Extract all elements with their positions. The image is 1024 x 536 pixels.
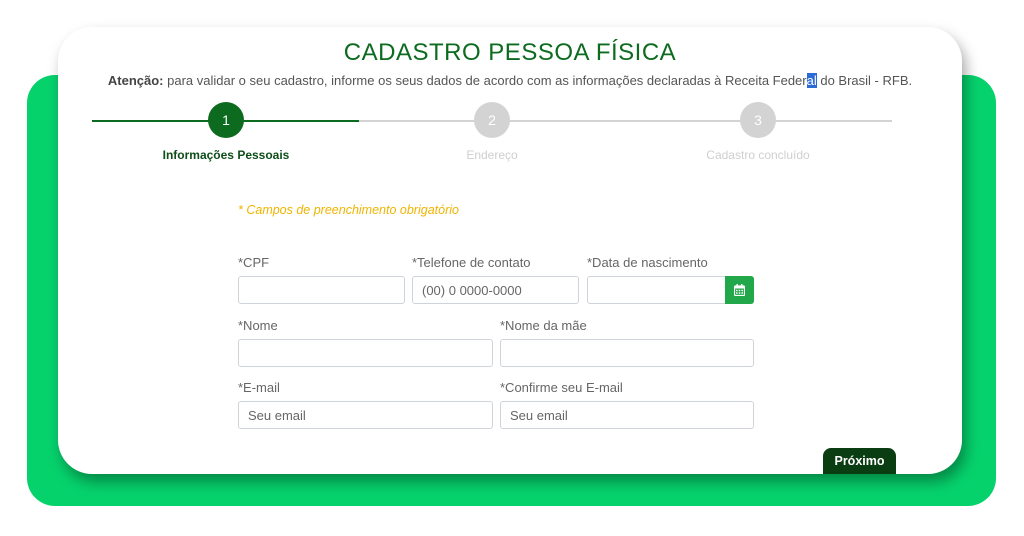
step-address: 2 Endereço (392, 102, 592, 162)
step-circle: 2 (474, 102, 510, 138)
mother-name-input[interactable] (500, 339, 754, 367)
confirm-email-label: *Confirme seu E-mail (500, 380, 623, 395)
notice-body: para validar o seu cadastro, informe os … (163, 73, 807, 88)
phone-label: *Telefone de contato (412, 255, 531, 270)
name-input[interactable] (238, 339, 493, 367)
phone-placeholder: (00) 0 0000-0000 (422, 282, 522, 298)
step-circle: 3 (740, 102, 776, 138)
email-input[interactable]: Seu email (238, 401, 493, 429)
notice-selection: al (806, 73, 817, 88)
required-fields-note: * Campos de preenchimento obrigatório (238, 203, 459, 217)
email-label: *E-mail (238, 380, 280, 395)
cpf-input[interactable] (238, 276, 405, 304)
progress-stepper: 1 Informações Pessoais 2 Endereço 3 Cada… (92, 102, 892, 162)
cpf-label: *CPF (238, 255, 270, 270)
step-circle: 1 (208, 102, 244, 138)
step-label: Cadastro concluído (706, 148, 810, 162)
notice-text: Atenção: para validar o seu cadastro, in… (58, 73, 962, 88)
step-label: Endereço (466, 148, 518, 162)
calendar-icon (734, 284, 745, 296)
notice-body-end: do Brasil - RFB. (816, 73, 913, 88)
next-button[interactable]: Próximo (823, 448, 896, 474)
mother-name-label: *Nome da mãe (500, 318, 587, 333)
name-label: *Nome (238, 318, 278, 333)
confirm-email-input[interactable]: Seu email (500, 401, 754, 429)
page-title: CADASTRO PESSOA FÍSICA (343, 39, 677, 66)
calendar-button[interactable] (725, 276, 754, 304)
notice-bold: Atenção: (107, 73, 164, 88)
step-label: Informações Pessoais (162, 148, 290, 162)
birthdate-input[interactable] (587, 276, 726, 304)
step-complete: 3 Cadastro concluído (658, 102, 858, 162)
step-personal-info: 1 Informações Pessoais (126, 102, 326, 162)
email-placeholder: Seu email (248, 407, 306, 423)
registration-card: CADASTRO PESSOA FÍSICA Atenção: para val… (58, 27, 962, 474)
birthdate-label: *Data de nascimento (587, 255, 708, 270)
phone-input[interactable]: (00) 0 0000-0000 (412, 276, 579, 304)
confirm-email-placeholder: Seu email (510, 407, 568, 423)
